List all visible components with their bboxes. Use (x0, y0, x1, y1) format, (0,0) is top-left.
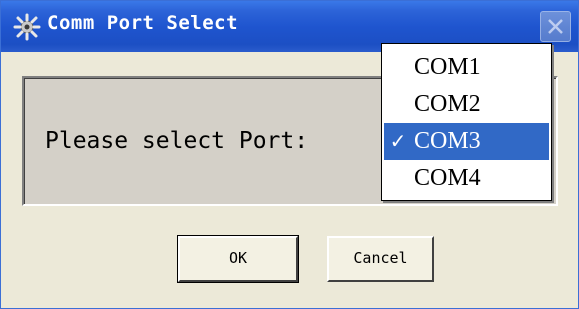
port-option-com2[interactable]: COM2 (384, 86, 549, 123)
port-option-com4[interactable]: COM4 (384, 160, 549, 197)
port-option-com1[interactable]: COM1 (384, 49, 549, 86)
port-prompt-label: Please select Port: (45, 128, 309, 154)
port-option-label: COM2 (414, 91, 481, 117)
close-button[interactable] (540, 11, 571, 42)
port-option-label: COM4 (414, 165, 481, 191)
port-dropdown-list[interactable]: COM1 COM2 ✓ COM3 COM4 (381, 43, 552, 201)
port-option-label: COM3 (414, 128, 481, 154)
app-gear-icon (13, 13, 41, 41)
window-title: Comm Port Select (47, 12, 239, 34)
check-icon: ✓ (389, 129, 407, 153)
cancel-button[interactable]: Cancel (327, 236, 434, 282)
comm-port-dialog: Comm Port Select Please select Port: COM… (0, 0, 579, 309)
port-option-label: COM1 (414, 54, 481, 80)
port-option-com3[interactable]: ✓ COM3 (384, 123, 549, 160)
ok-button[interactable]: OK (177, 235, 299, 283)
